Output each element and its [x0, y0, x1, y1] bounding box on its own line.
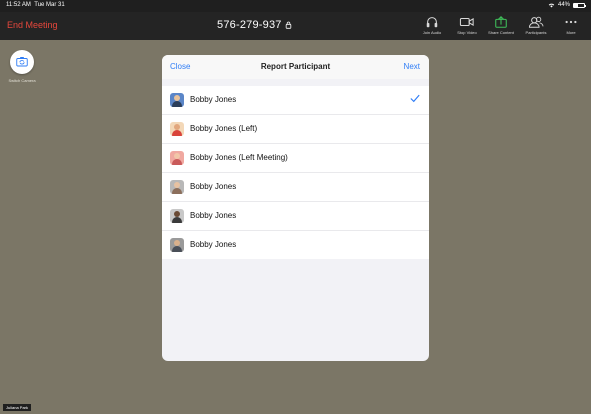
- participant-name: Bobby Jones: [190, 240, 237, 249]
- participant-name: Bobby Jones: [190, 95, 237, 104]
- meeting-toolbar: End Meeting 576-279-937 Join Audio Stop …: [0, 12, 591, 40]
- status-right: 44%: [548, 2, 586, 8]
- avatar: [170, 151, 184, 165]
- meeting-id: 576-279-937: [217, 19, 292, 31]
- participants-label: Participants: [525, 30, 547, 35]
- participant-row[interactable]: Bobby Jones (Left): [162, 115, 429, 144]
- battery-percent: 44%: [557, 2, 570, 8]
- status-time: 11:52 AM Tue Mar 31: [6, 2, 65, 8]
- lock-icon: [285, 21, 292, 29]
- join-audio-button[interactable]: Join Audio: [414, 14, 450, 40]
- video-camera-icon: [459, 17, 474, 27]
- avatar: [170, 209, 184, 223]
- dialog-title: Report Participant: [260, 62, 331, 71]
- share-icon: [495, 16, 507, 28]
- join-audio-label: Join Audio: [422, 30, 442, 35]
- stop-video-button[interactable]: Stop Video: [449, 14, 485, 40]
- participant-row[interactable]: Bobby Jones: [162, 202, 429, 231]
- participant-list: Bobby Jones Bobby Jones (Left) Bobby Jon…: [162, 86, 429, 259]
- more-label: More: [566, 30, 576, 35]
- avatar: [170, 238, 184, 252]
- participant-name: Bobby Jones (Left): [190, 124, 258, 133]
- participant-row[interactable]: Bobby Jones: [162, 231, 429, 259]
- report-participant-dialog: Close Report Participant Next Bobby Jone…: [162, 55, 429, 361]
- participant-name: Bobby Jones (Left Meeting): [190, 153, 288, 162]
- participants-icon: [528, 16, 544, 28]
- wifi-icon: [548, 3, 555, 7]
- ellipsis-icon: [565, 20, 577, 24]
- share-content-button[interactable]: Share Content: [483, 14, 519, 40]
- avatar: [170, 122, 184, 136]
- status-bar: 11:52 AM Tue Mar 31 44%: [0, 0, 591, 12]
- battery-icon: [573, 2, 586, 8]
- participants-button[interactable]: Participants: [518, 14, 554, 40]
- next-button[interactable]: Next: [404, 62, 420, 71]
- avatar: [170, 180, 184, 194]
- avatar: [170, 93, 184, 107]
- participant-row[interactable]: Bobby Jones: [162, 173, 429, 202]
- checkmark-icon: [410, 94, 420, 103]
- participant-row[interactable]: Bobby Jones (Left Meeting): [162, 144, 429, 173]
- switch-camera-button[interactable]: [10, 50, 34, 74]
- switch-camera-icon: [16, 57, 28, 67]
- dialog-header: Close Report Participant Next: [162, 55, 429, 79]
- more-button[interactable]: More: [553, 14, 589, 40]
- participant-row[interactable]: Bobby Jones: [162, 86, 429, 115]
- end-meeting-button[interactable]: End Meeting: [7, 20, 58, 30]
- participant-name: Bobby Jones: [190, 211, 237, 220]
- participant-name: Bobby Jones: [190, 182, 237, 191]
- video-name-tag: Juliana Park: [3, 404, 32, 411]
- switch-camera-label: Switch Camera: [8, 78, 36, 83]
- headphones-icon: [426, 17, 438, 28]
- share-content-label: Share Content: [488, 30, 514, 35]
- stop-video-label: Stop Video: [457, 30, 477, 35]
